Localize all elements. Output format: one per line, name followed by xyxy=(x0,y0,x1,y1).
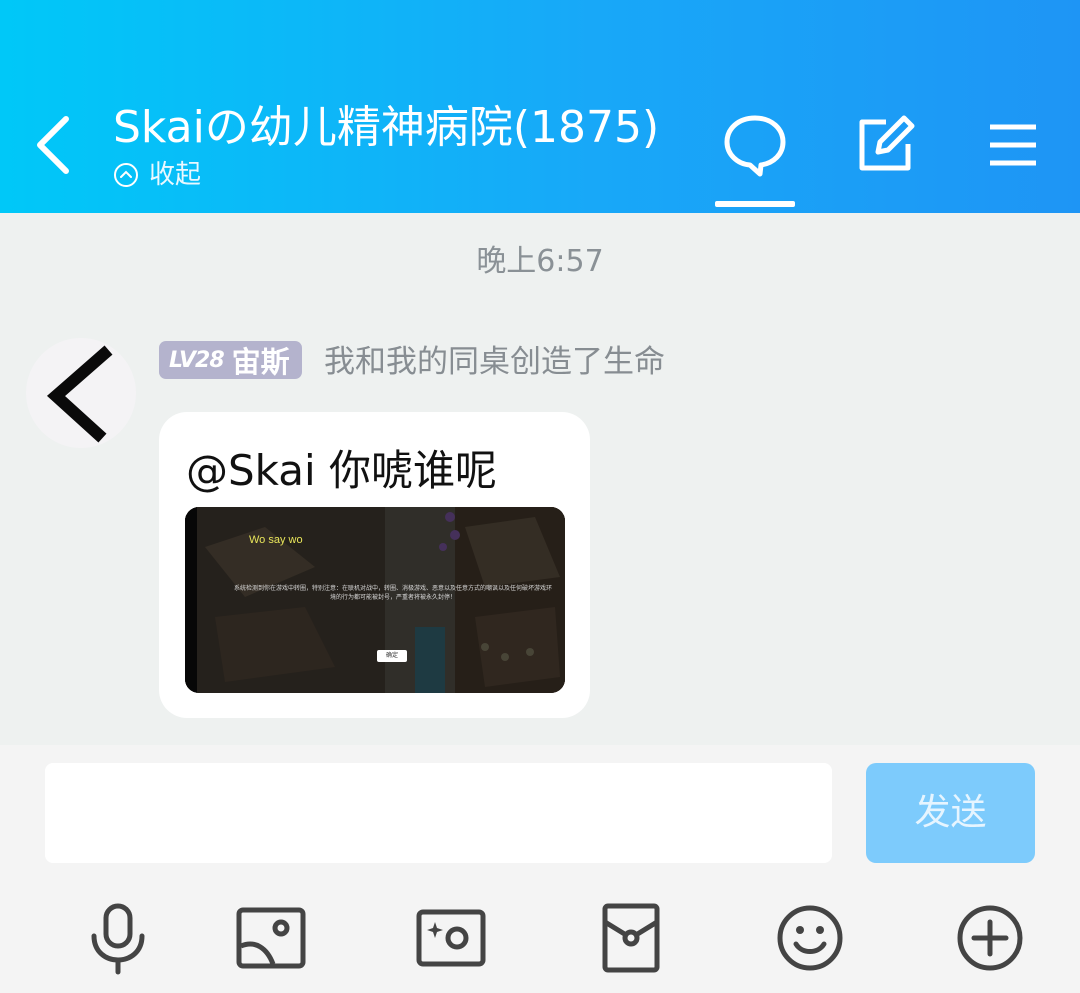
menu-button[interactable] xyxy=(978,110,1048,180)
chat-tab-button[interactable] xyxy=(720,110,790,180)
collapse-label: 收起 xyxy=(149,160,202,190)
back-icon xyxy=(37,116,69,174)
camera-button[interactable] xyxy=(413,900,489,976)
menu-icon xyxy=(990,124,1036,166)
image-notice: 系统检测到你在游戏中转圈，特别注意：在联机对战中，转圈、消极游戏、恶意以及任意方… xyxy=(233,586,552,601)
header-bar: Skaiの幼儿精神病院(1875) 收起 xyxy=(0,0,1080,213)
voice-button[interactable] xyxy=(80,900,156,976)
composer-bar: 发送 xyxy=(0,745,1080,993)
image-caption: Wo say wo xyxy=(249,534,303,546)
image-confirm-button: 确定 xyxy=(377,650,407,662)
active-tab-indicator xyxy=(715,201,795,207)
message-input[interactable] xyxy=(45,763,832,863)
message-bubble[interactable]: @Skai 你唬谁呢 Wo say wo 系统检测到你在游戏中转圈，特别注意：在… xyxy=(159,412,590,718)
emoji-button[interactable] xyxy=(772,900,848,976)
microphone-icon xyxy=(91,903,145,975)
sender-name: 宙斯 xyxy=(231,345,290,379)
sender-avatar[interactable] xyxy=(26,338,136,448)
plus-icon xyxy=(957,905,1023,971)
back-button[interactable] xyxy=(28,105,88,185)
level-badge[interactable]: LV28 宙斯 xyxy=(159,341,302,379)
level-label: LV28 xyxy=(169,347,225,373)
image-icon xyxy=(236,907,306,969)
sender-title: 我和我的同桌创造了生命 xyxy=(324,344,665,380)
message-timestamp: 晚上6:57 xyxy=(476,244,604,279)
edit-icon xyxy=(859,115,915,171)
emoji-icon xyxy=(777,905,843,971)
avatar-image xyxy=(46,345,113,443)
chat-bubble-icon xyxy=(724,115,786,177)
collapse-icon xyxy=(114,163,138,187)
image-button[interactable] xyxy=(233,900,309,976)
camera-icon xyxy=(416,909,486,967)
red-packet-icon xyxy=(602,903,660,973)
send-button[interactable]: 发送 xyxy=(866,763,1035,863)
more-button[interactable] xyxy=(952,900,1028,976)
collapse-button[interactable]: 收起 xyxy=(113,157,201,193)
message-text: @Skai 你唬谁呢 xyxy=(186,446,498,495)
group-title: Skaiの幼儿精神病院(1875) xyxy=(113,102,660,153)
red-packet-button[interactable] xyxy=(593,900,669,976)
message-image[interactable]: Wo say wo 系统检测到你在游戏中转圈，特别注意：在联机对战中，转圈、消极… xyxy=(185,507,565,693)
edit-button[interactable] xyxy=(850,110,920,180)
